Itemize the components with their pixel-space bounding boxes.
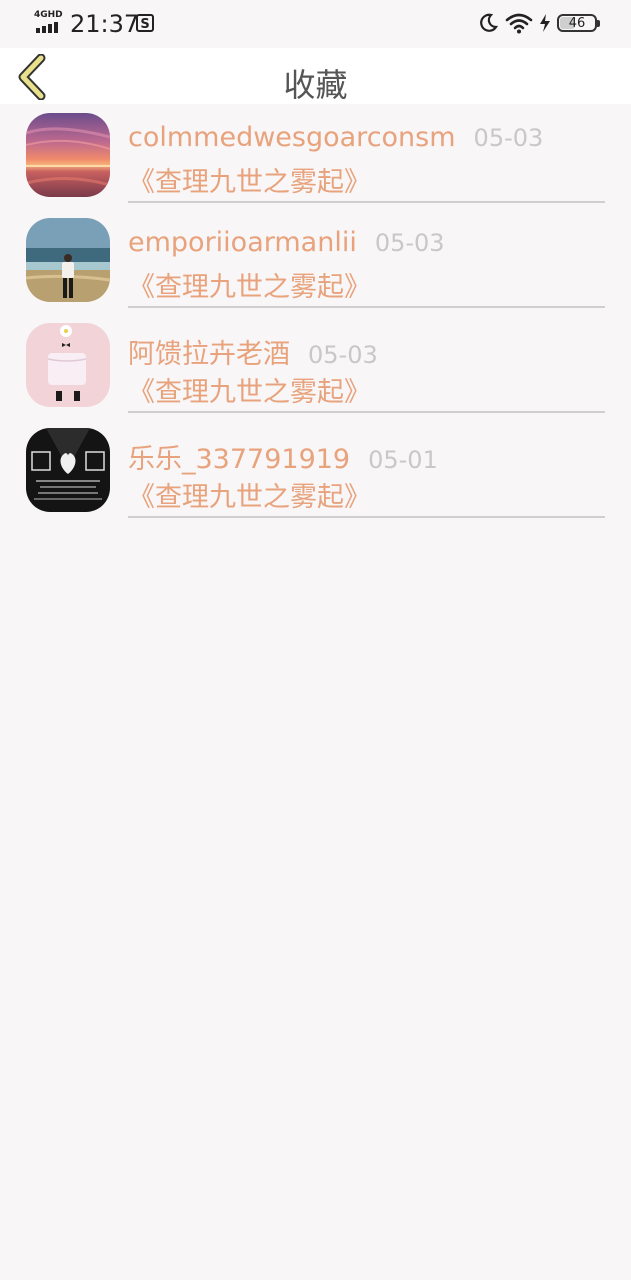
moon-icon	[480, 13, 498, 32]
battery-level: 46	[568, 15, 586, 31]
page-title: 收藏	[283, 66, 348, 104]
list-item-header: colmmedwesgoarconsm 05-03	[128, 122, 543, 153]
date: 05-01	[368, 446, 438, 474]
date: 05-03	[308, 341, 378, 369]
book-title[interactable]: 《查理九世之雾起》	[128, 160, 371, 199]
favorites-list: colmmedwesgoarconsm 05-03 《查理九世之雾起》 empo…	[0, 104, 631, 524]
network-type: 4GHD	[34, 10, 63, 20]
username: colmmedwesgoarconsm	[128, 122, 456, 153]
list-item-body: colmmedwesgoarconsm 05-03 《查理九世之雾起》	[128, 104, 605, 203]
username: emporiioarmanlii	[128, 227, 357, 258]
s-app-icon: S	[136, 14, 154, 32]
list-item-body: 阿馈拉卉老酒 05-03 《查理九世之雾起》	[128, 314, 605, 413]
status-time: 21:37	[70, 10, 140, 38]
list-item[interactable]: 阿馈拉卉老酒 05-03 《查理九世之雾起》	[0, 314, 631, 419]
wifi-icon	[505, 13, 533, 34]
list-item[interactable]: emporiioarmanlii 05-03 《查理九世之雾起》	[0, 209, 631, 314]
sunset-avatar[interactable]	[26, 113, 110, 197]
book-title[interactable]: 《查理九世之雾起》	[128, 265, 371, 304]
list-item-body: 乐乐_337791919 05-01 《查理九世之雾起》	[128, 419, 605, 518]
beach-person-avatar[interactable]	[26, 218, 110, 302]
list-item[interactable]: 乐乐_337791919 05-01 《查理九世之雾起》	[0, 419, 631, 524]
list-item[interactable]: colmmedwesgoarconsm 05-03 《查理九世之雾起》	[0, 104, 631, 209]
cancer-zodiac-avatar[interactable]	[26, 428, 110, 512]
username: 阿馈拉卉老酒	[128, 339, 290, 370]
book-title[interactable]: 《查理九世之雾起》	[128, 475, 371, 514]
username: 乐乐_337791919	[128, 444, 351, 475]
list-item-body: emporiioarmanlii 05-03 《查理九世之雾起》	[128, 209, 605, 308]
battery-icon: 46	[557, 14, 600, 32]
status-bar: 4GHD 21:37 S 46	[0, 0, 631, 48]
charging-icon	[540, 14, 550, 32]
date: 05-03	[374, 229, 445, 257]
svg-text:S: S	[140, 17, 149, 32]
list-item-header: 乐乐_337791919 05-01	[128, 437, 438, 476]
status-right-icons: 46	[477, 12, 600, 34]
list-item-header: 阿馈拉卉老酒 05-03	[128, 332, 378, 371]
book-title[interactable]: 《查理九世之雾起》	[128, 370, 371, 409]
list-item-header: emporiioarmanlii 05-03	[128, 227, 445, 258]
header: 收藏	[0, 48, 631, 104]
date: 05-03	[473, 124, 544, 152]
signal-icon	[36, 22, 58, 33]
pink-fashion-avatar[interactable]	[26, 323, 110, 407]
